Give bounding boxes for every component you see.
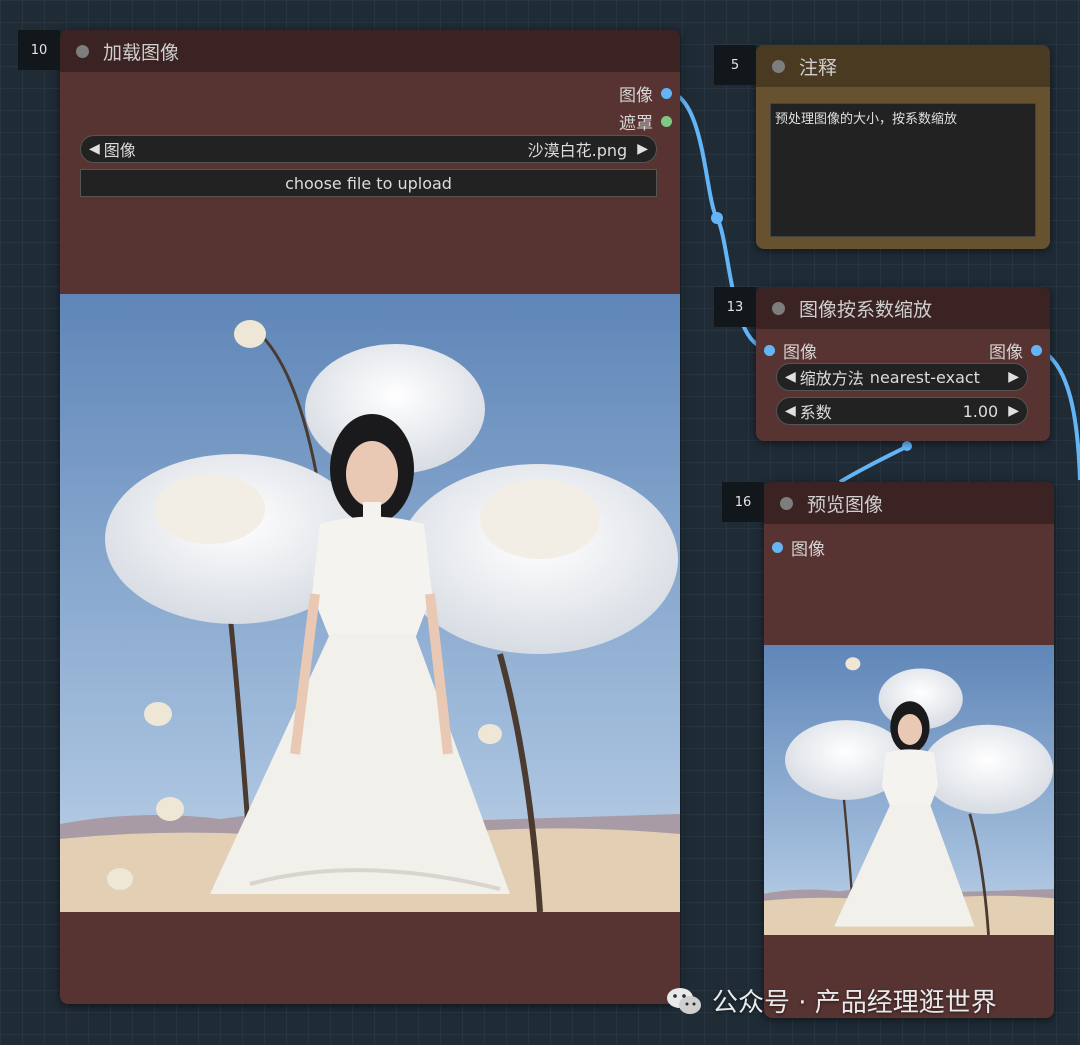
node-title: 图像按系数缩放 (799, 298, 933, 321)
output-dot-icon[interactable] (1031, 345, 1042, 356)
collapse-dot-icon[interactable] (780, 496, 793, 510)
input-dot-icon[interactable] (772, 542, 783, 553)
input-dot-icon[interactable] (764, 345, 775, 356)
watermark: 公众号 · 产品经理逛世界 (666, 982, 997, 1019)
node-title: 注释 (799, 56, 838, 79)
collapse-dot-icon[interactable] (76, 44, 89, 58)
upscale-method-combo[interactable]: ◀ 缩放方法 nearest-exact ▶ (776, 363, 1028, 391)
note-node[interactable]: 注释 预处理图像的大小，按系数缩放 (756, 45, 1050, 249)
scale-factor-number[interactable]: ◀ 系数 1.00 ▶ (776, 397, 1028, 425)
node-id-badge: 16 (722, 482, 764, 522)
collapse-dot-icon[interactable] (772, 59, 785, 73)
input-slot-image[interactable]: 图像 (764, 338, 817, 363)
input-slot-image[interactable]: 图像 (772, 535, 825, 560)
load-image-node[interactable]: 加载图像 图像 遮罩 ◀ 图像 沙漠白花.png ▶ choose file t… (60, 30, 680, 1004)
watermark-text: 公众号 · 产品经理逛世界 (712, 988, 997, 1018)
preview-image-node-header[interactable]: 预览图像 (764, 482, 1054, 524)
output-slot-mask[interactable]: 遮罩 (619, 109, 672, 134)
arrow-left-icon[interactable]: ◀ (785, 369, 796, 385)
upload-button[interactable]: choose file to upload (80, 169, 657, 197)
note-node-header[interactable]: 注释 (756, 45, 1050, 87)
image-scale-node[interactable]: 图像按系数缩放 图像 图像 ◀ 缩放方法 nearest-exact ▶ ◀ 系… (756, 287, 1050, 441)
preview-image-node[interactable]: 预览图像 图像 (764, 482, 1054, 1018)
photo-desert-flowers (60, 294, 680, 912)
node-title: 加载图像 (103, 41, 180, 64)
note-textarea[interactable]: 预处理图像的大小，按系数缩放 (770, 103, 1036, 237)
image-select-combo[interactable]: ◀ 图像 沙漠白花.png ▶ (80, 135, 657, 163)
wechat-icon (667, 987, 701, 1014)
output-slot-image[interactable]: 图像 (989, 338, 1042, 363)
node-id-badge: 10 (18, 30, 60, 70)
image-preview (60, 294, 680, 912)
photo-desert-flowers-preview (764, 645, 1054, 935)
arrow-right-icon[interactable]: ▶ (1008, 369, 1019, 385)
wire-midpoint-dot (902, 441, 912, 451)
preview-image-output (764, 645, 1054, 935)
arrow-right-icon[interactable]: ▶ (1008, 403, 1019, 419)
node-id-badge: 13 (714, 287, 756, 327)
collapse-dot-icon[interactable] (772, 301, 785, 315)
arrow-right-icon[interactable]: ▶ (637, 141, 648, 157)
arrow-left-icon[interactable]: ◀ (89, 141, 100, 157)
load-image-node-header[interactable]: 加载图像 (60, 30, 680, 72)
output-dot-icon[interactable] (661, 116, 672, 127)
wire-reroute-dot (711, 212, 723, 224)
output-dot-icon[interactable] (661, 88, 672, 99)
wire-scale-to-preview-2 (838, 444, 909, 484)
arrow-left-icon[interactable]: ◀ (785, 403, 796, 419)
image-scale-node-header[interactable]: 图像按系数缩放 (756, 287, 1050, 329)
output-slot-image[interactable]: 图像 (619, 81, 672, 106)
node-title: 预览图像 (807, 493, 884, 516)
node-id-badge: 5 (714, 45, 756, 85)
